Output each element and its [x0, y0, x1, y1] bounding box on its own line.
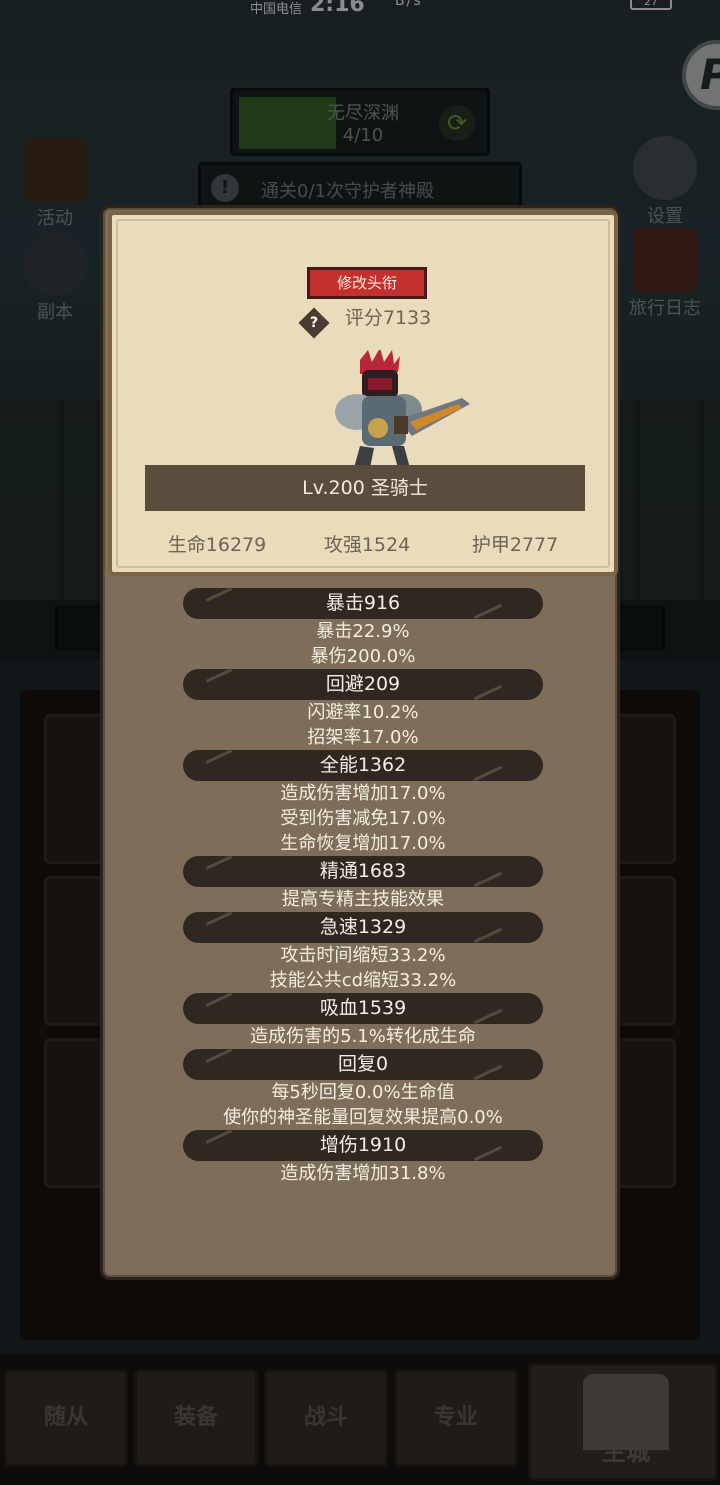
stat-line: 受到伤害减免17.0%	[280, 808, 446, 829]
stat-line: 暴伤200.0%	[310, 646, 416, 667]
stat-line: 每5秒回复0.0%生命值	[271, 1082, 455, 1103]
stat-header-damage-increase: 增伤1910	[183, 1130, 543, 1161]
stat-header-crit: 暴击916	[183, 588, 543, 619]
stat-line: 暴击22.9%	[316, 621, 410, 642]
character-stats-modal: 修改头衔 ? 评分7133 Lv.200 圣骑士 生命16279 攻强1524 …	[100, 205, 620, 1280]
stat-header-lifesteal: 吸血1539	[183, 993, 543, 1024]
stat-line: 造成伤害增加17.0%	[280, 783, 446, 804]
score-text: 评分7133	[344, 307, 432, 329]
help-icon[interactable]: ?	[298, 307, 330, 339]
edit-title-button[interactable]: 修改头衔	[307, 267, 427, 299]
stat-line: 生命恢复增加17.0%	[280, 833, 446, 854]
level-class-banner: Lv.200 圣骑士	[145, 465, 585, 511]
stat-header-mastery: 精通1683	[183, 856, 543, 887]
hero-sprite-icon	[335, 350, 470, 468]
armor-stat: 护甲2777	[471, 534, 559, 556]
stat-header-recovery: 回复0	[183, 1049, 543, 1080]
stat-header-avoidance: 回避209	[183, 669, 543, 700]
stat-header-versatility: 全能1362	[183, 750, 543, 781]
attack-stat: 攻强1524	[323, 534, 411, 556]
score-row: ? 评分7133	[112, 303, 622, 339]
hp-stat: 生命16279	[167, 534, 267, 556]
stat-line: 造成伤害增加31.8%	[280, 1163, 446, 1184]
stat-line: 攻击时间缩短33.2%	[280, 945, 446, 966]
stat-header-haste: 急速1329	[183, 912, 543, 943]
detailed-stat-list: 暴击916 暴击22.9% 暴伤200.0% 回避209 闪避率10.2% 招架…	[103, 588, 623, 1186]
stat-line: 使你的神圣能量回复效果提高0.0%	[223, 1107, 503, 1128]
stat-line: 提高专精主技能效果	[282, 889, 444, 910]
stat-line: 招架率17.0%	[307, 727, 419, 748]
stat-line: 技能公共cd缩短33.2%	[269, 970, 457, 991]
stat-line: 闪避率10.2%	[307, 702, 419, 723]
stat-line: 造成伤害的5.1%转化成生命	[250, 1026, 476, 1047]
character-header-card: 修改头衔 ? 评分7133 Lv.200 圣骑士 生命16279 攻强1524 …	[108, 211, 618, 576]
